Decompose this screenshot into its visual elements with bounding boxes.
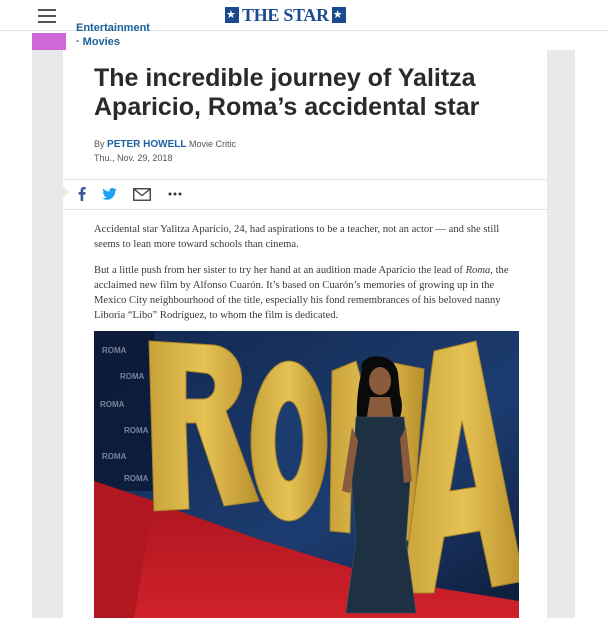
article-photo[interactable]: ROMA ROMA ROMA ROMA ROMA ROMA [94,331,519,618]
byline-prefix: By [94,139,105,149]
star-icon [331,7,346,23]
section-color-tab [32,33,66,51]
twitter-icon[interactable] [101,186,117,202]
article-paragraph-1: Accidental star Yalitza Aparicio, 24, ha… [94,224,500,250]
breadcrumb-entertainment[interactable]: Entertainment [76,22,150,34]
hamburger-menu-icon[interactable] [38,9,56,23]
breadcrumb-separator: · [76,36,80,48]
svg-text:ROMA: ROMA [124,474,149,483]
publish-date: Thu., Nov. 29, 2018 [94,153,173,163]
svg-text:ROMA: ROMA [124,426,149,435]
article-paragraph-2: But a little push from her sister to try… [94,263,522,323]
site-logo[interactable]: THE STAR [225,5,346,25]
breadcrumb-movies[interactable]: · Movies [76,36,120,48]
paragraph-2-text-a: But a little push from her sister to try… [94,265,466,276]
svg-text:ROMA: ROMA [120,372,145,381]
author-link[interactable]: PETER HOWELL [107,139,186,150]
byline: By PETER HOWELL Movie Critic [94,139,236,150]
author-role: Movie Critic [189,139,237,149]
article-headline: The incredible journey of Yalitza Aparic… [94,64,480,121]
svg-text:ROMA: ROMA [100,400,125,409]
share-bar [63,179,547,210]
svg-text:ROMA: ROMA [102,452,127,461]
breadcrumb-movies-label: Movies [82,36,120,48]
more-icon[interactable] [167,186,183,202]
svg-text:ROMA: ROMA [102,346,127,355]
facebook-icon[interactable] [77,186,87,202]
premiere-photo-illustration: ROMA ROMA ROMA ROMA ROMA ROMA [94,331,519,618]
star-icon [225,7,239,23]
film-title-italic: Roma [465,265,491,276]
email-icon[interactable] [133,186,151,202]
logo-text: THE STAR [242,5,329,25]
share-bar-notch [63,186,69,198]
